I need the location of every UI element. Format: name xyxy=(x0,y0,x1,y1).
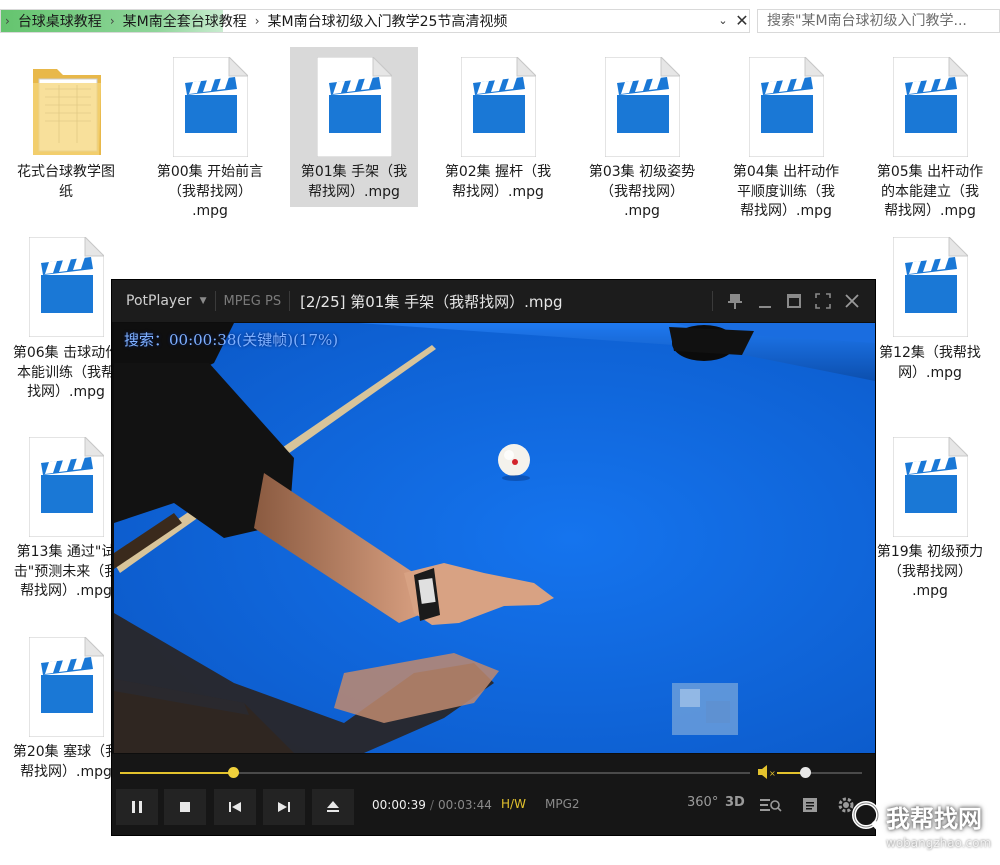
video-file-icon xyxy=(748,55,826,158)
playlist-icon[interactable] xyxy=(802,797,818,817)
chevron-right-icon: › xyxy=(254,14,260,28)
video-file-icon xyxy=(316,55,394,158)
previous-button[interactable] xyxy=(214,789,256,825)
stop-button[interactable] xyxy=(164,789,206,825)
magnifier-logo-icon xyxy=(852,801,888,838)
seek-bar[interactable] xyxy=(120,772,750,774)
fullscreen-icon[interactable] xyxy=(812,290,834,312)
seek-handle[interactable] xyxy=(228,767,239,778)
file-item[interactable]: 第00集 开始前言 （我帮找网） .mpg xyxy=(146,51,274,221)
file-name-label: 第03集 初级姿势 （我帮找网） .mpg xyxy=(588,164,696,219)
file-item[interactable]: 第03集 初级姿势 （我帮找网） .mpg xyxy=(578,51,706,221)
file-name-label: 第19集 初级预力 （我帮找网） .mpg xyxy=(876,544,984,599)
video-file-icon xyxy=(172,55,250,158)
video-file-icon xyxy=(460,55,538,158)
divider xyxy=(214,291,216,311)
seek-progress-fill xyxy=(120,772,233,774)
chevron-right-icon: › xyxy=(5,14,10,28)
next-button[interactable] xyxy=(263,789,305,825)
video-file-icon xyxy=(892,55,970,158)
codec-label: MPEG PS xyxy=(223,293,282,309)
stop-icon xyxy=(180,802,190,812)
total-time: 00:03:44 xyxy=(437,798,492,812)
open-file-button[interactable] xyxy=(312,789,354,825)
video-file-icon xyxy=(892,235,970,338)
time-display: 00:00:39/00:03:44 xyxy=(372,798,492,812)
osd-seek-message: 搜索：00:00:38(关键帧)(17%) xyxy=(124,331,339,349)
file-name-label: 第05集 出杆动作 的本能建立（我 帮找网）.mpg xyxy=(876,164,984,219)
divider xyxy=(289,291,291,311)
file-name-label: 第01集 手架（我 帮找网）.mpg xyxy=(300,164,408,200)
minimize-icon[interactable] xyxy=(754,290,776,312)
chevron-right-icon: › xyxy=(109,14,115,28)
file-item[interactable]: 第05集 出杆动作 的本能建立（我 帮找网）.mpg xyxy=(866,51,994,221)
player-title: [2/25] 第01集 手架（我帮找网）.mpg xyxy=(300,292,563,311)
file-name-label: 第02集 握杆（我 帮找网）.mpg xyxy=(444,164,552,200)
playlist-search-icon[interactable] xyxy=(760,797,782,817)
close-icon[interactable]: ✕ xyxy=(732,9,752,33)
file-name-label: 第04集 出杆动作 平顺度训练（我 帮找网）.mpg xyxy=(732,164,840,219)
file-item[interactable]: 第02集 握杆（我 帮找网）.mpg xyxy=(434,51,562,221)
pin-icon[interactable] xyxy=(724,290,746,312)
volume-slider[interactable] xyxy=(777,772,862,774)
file-item[interactable]: 第12集（我帮找 网）.mpg xyxy=(866,231,994,401)
file-item[interactable]: 第04集 出杆动作 平顺度训练（我 帮找网）.mpg xyxy=(722,51,850,221)
file-item[interactable]: 第01集 手架（我 帮找网）.mpg xyxy=(290,47,418,207)
video-file-icon xyxy=(28,435,106,538)
volume-handle[interactable] xyxy=(800,767,811,778)
watermark: 我帮找网 wobangzhao.com xyxy=(846,795,1000,861)
current-time: 00:00:39 xyxy=(372,798,426,812)
hw-decoder-badge[interactable]: H/W xyxy=(501,797,526,811)
divider xyxy=(712,291,713,311)
pause-icon xyxy=(132,801,142,813)
time-separator: / xyxy=(429,798,434,812)
pause-button[interactable] xyxy=(116,789,158,825)
file-name-label: 第12集（我帮找 网）.mpg xyxy=(879,345,981,381)
player-titlebar[interactable]: PotPlayer ▼ MPEG PS [2/25] 第01集 手架（我帮找网）… xyxy=(112,280,875,322)
video-frame[interactable]: 搜索：00:00:38(关键帧)(17%) xyxy=(114,323,875,753)
chevron-down-icon[interactable]: ▼ xyxy=(192,296,207,306)
video-file-icon xyxy=(604,55,682,158)
breadcrumb-item-full-set[interactable]: 某M南全套台球教程 xyxy=(119,11,251,31)
player-brand-menu[interactable]: PotPlayer xyxy=(112,293,192,309)
address-bar-row: › 台球桌球教程 › 某M南全套台球教程 › 某M南台球初级入门教学25节高清视… xyxy=(0,0,1000,40)
video-file-icon xyxy=(28,635,106,738)
folder-item[interactable]: 花式台球教学图 纸 xyxy=(2,51,130,221)
svg-text:×: × xyxy=(769,769,775,778)
eject-icon xyxy=(327,801,339,812)
skip-back-icon xyxy=(229,802,241,812)
potplayer-window[interactable]: PotPlayer ▼ MPEG PS [2/25] 第01集 手架（我帮找网）… xyxy=(111,279,876,836)
player-controls: × 00:00:39/00:03:44 H/W MPG2 360° 3D xyxy=(112,754,875,835)
close-icon[interactable] xyxy=(841,290,863,312)
watermark-url: wobangzhao.com xyxy=(886,836,992,850)
search-input[interactable]: 搜索"某M南台球初级入门教学... xyxy=(757,9,1000,33)
vr-360-icon[interactable]: 360° xyxy=(687,795,718,810)
folder-icon xyxy=(29,57,104,157)
file-name-label: 花式台球教学图 纸 xyxy=(17,164,115,200)
skip-forward-icon xyxy=(278,802,290,812)
breadcrumb-item-current-folder[interactable]: 某M南台球初级入门教学25节高清视频 xyxy=(264,11,512,31)
breadcrumb-item-tutorials[interactable]: 台球桌球教程 xyxy=(14,11,106,31)
maximize-icon[interactable] xyxy=(783,290,805,312)
speaker-muted-icon[interactable]: × xyxy=(757,764,776,780)
chevron-down-icon[interactable]: ⌄ xyxy=(714,9,732,33)
breadcrumb[interactable]: › 台球桌球教程 › 某M南全套台球教程 › 某M南台球初级入门教学25节高清视… xyxy=(0,9,750,33)
video-file-icon xyxy=(892,435,970,538)
video-scene xyxy=(114,323,875,753)
file-name-label: 第00集 开始前言 （我帮找网） .mpg xyxy=(156,164,264,219)
watermark-text: 我帮找网 xyxy=(886,805,982,833)
file-item[interactable]: 第19集 初级预力 （我帮找网） .mpg xyxy=(866,431,994,601)
3d-icon[interactable]: 3D xyxy=(725,795,745,810)
video-file-icon xyxy=(28,235,106,338)
format-badge[interactable]: MPG2 xyxy=(545,797,580,811)
